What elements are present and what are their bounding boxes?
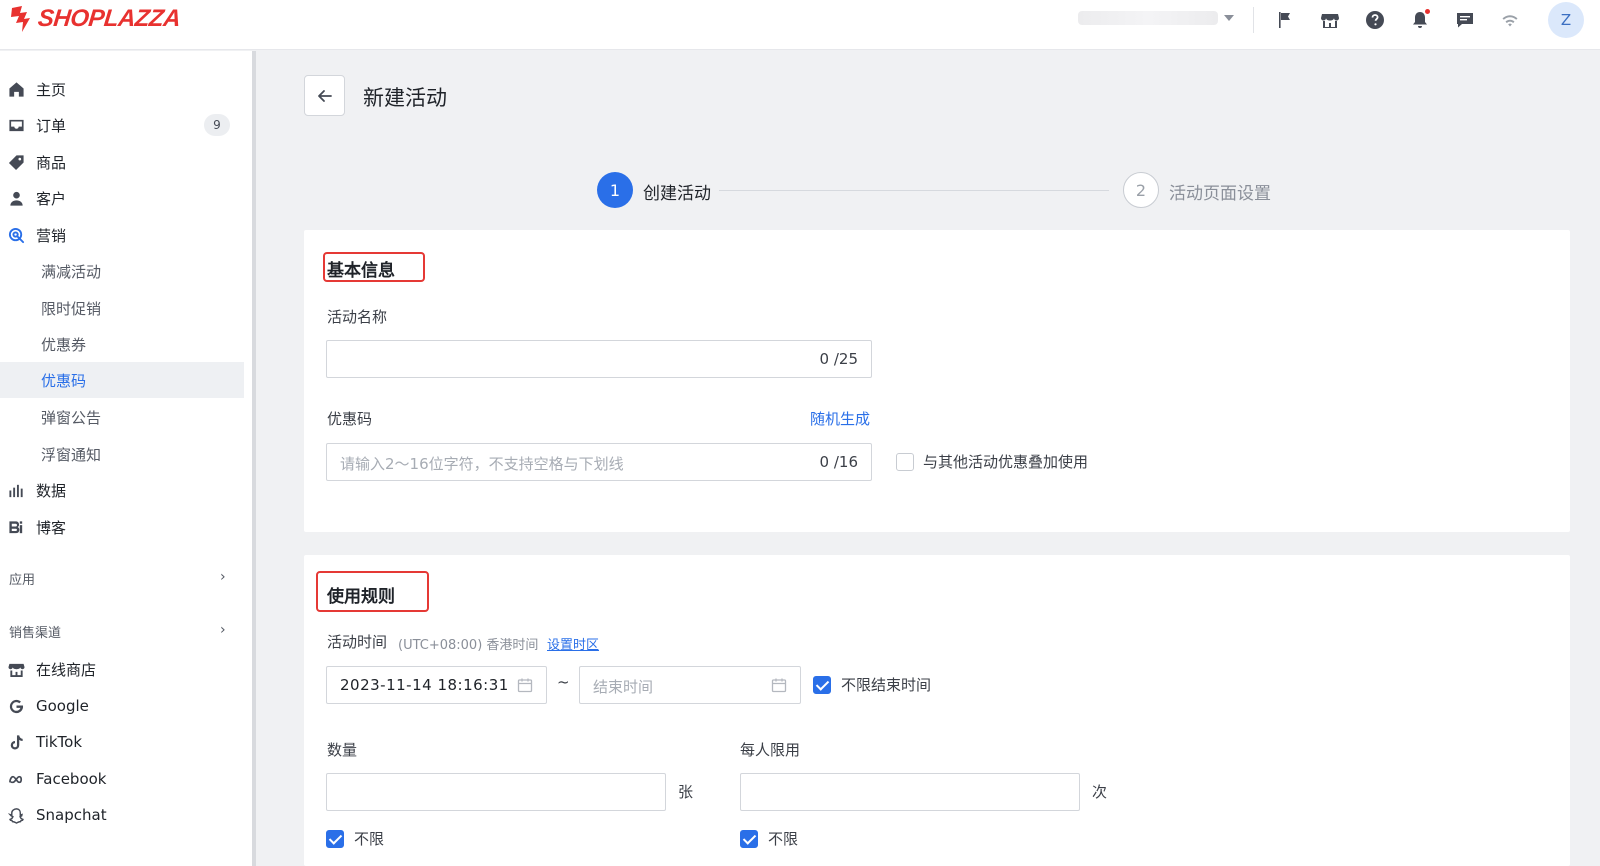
quantity-unlimited-checkbox[interactable]: [326, 830, 344, 848]
sidebar-item-home[interactable]: 主页: [0, 71, 244, 107]
sidebar-item-analytics[interactable]: 数据: [0, 472, 244, 508]
arrow-left-icon: [317, 89, 332, 102]
google-icon: [7, 697, 25, 715]
sidebar-item-orders[interactable]: 订单 9: [0, 107, 244, 143]
page-title: 新建活动: [363, 86, 447, 110]
calendar-icon: [771, 678, 787, 693]
sidebar-sub-float-notice[interactable]: 浮窗通知: [0, 436, 244, 472]
help-icon[interactable]: [1364, 9, 1386, 31]
logo-text: SHOPLAZZA: [36, 5, 182, 32]
marketing-icon: [7, 226, 25, 244]
message-icon[interactable]: [1454, 9, 1476, 31]
end-time-input[interactable]: 结束时间: [579, 666, 801, 704]
inbox-icon: [7, 116, 25, 134]
meta-icon: [7, 770, 25, 788]
sidebar-item-marketing[interactable]: 营销: [0, 217, 244, 253]
discount-code-input[interactable]: 请输入2～16位字符，不支持空格与下划线 0 /16: [326, 443, 872, 481]
calendar-icon: [517, 678, 533, 693]
activity-name-input[interactable]: 0 /25: [326, 340, 872, 378]
blog-icon: [7, 518, 25, 536]
chevron-right-icon: ›: [220, 622, 226, 638]
char-counter: 0 /16: [819, 453, 858, 471]
no-end-time-label: 不限结束时间: [841, 676, 932, 694]
top-bar: SHOPLAZZA Z: [0, 0, 1600, 50]
set-timezone-link[interactable]: 设置时区: [547, 634, 599, 653]
topbar-divider: [1253, 7, 1254, 33]
basic-info-title: 基本信息: [327, 261, 395, 281]
usage-rules-card: 使用规则 活动时间 (UTC+08:00) 香港时间 设置时区 2023-11-…: [304, 555, 1570, 866]
sidebar-item-tiktok[interactable]: TikTok: [0, 724, 244, 760]
shoplazza-logo[interactable]: SHOPLAZZA: [8, 5, 182, 33]
quantity-label: 数量: [327, 741, 358, 759]
sidebar-scrollbar[interactable]: [252, 51, 256, 866]
char-counter: 0 /25: [819, 350, 858, 368]
sidebar-item-customers[interactable]: 客户: [0, 180, 244, 216]
sidebar-section-channels[interactable]: 销售渠道 ›: [0, 620, 244, 642]
sidebar-item-online-store[interactable]: 在线商店: [0, 651, 244, 687]
activity-time-label: 活动时间: [327, 633, 388, 651]
timezone-note: (UTC+08:00) 香港时间: [398, 638, 539, 653]
quantity-unit: 张: [678, 783, 694, 801]
store-name-blurred: [1078, 11, 1218, 25]
notification-dot: [1425, 9, 1430, 14]
basic-info-card: 基本信息 活动名称 0 /25 优惠码 随机生成 请输入2～16位字符，不支持空…: [304, 230, 1570, 532]
quantity-unlimited-label: 不限: [354, 830, 385, 848]
step-2-circle: 2: [1123, 172, 1159, 208]
bell-icon[interactable]: [1409, 9, 1431, 31]
bar-chart-icon: [7, 481, 25, 499]
chevron-right-icon: ›: [220, 569, 226, 585]
orders-count-badge: 9: [204, 114, 230, 136]
flag-icon[interactable]: [1274, 9, 1296, 31]
per-user-unit: 次: [1092, 783, 1108, 801]
user-icon: [7, 189, 25, 207]
stack-discount-label: 与其他活动优惠叠加使用: [923, 453, 1089, 471]
store-selector[interactable]: [1078, 8, 1238, 28]
sidebar-sub-coupon[interactable]: 优惠券: [0, 326, 244, 362]
step-2-label: 活动页面设置: [1169, 184, 1271, 204]
sidebar: 主页 订单 9 商品 客户 营销 满减活动 限时促销 优惠券 优惠码 弹窗公告 …: [0, 51, 252, 866]
caret-down-icon: [1224, 15, 1234, 21]
activity-name-label: 活动名称: [327, 308, 388, 326]
sidebar-sub-popup[interactable]: 弹窗公告: [0, 399, 244, 435]
stepper: 1 创建活动 2 活动页面设置: [597, 172, 1277, 208]
avatar[interactable]: Z: [1548, 2, 1584, 38]
tag-icon: [7, 153, 25, 171]
range-separator: ~: [557, 673, 570, 691]
step-connector: [719, 190, 1109, 191]
step-1-circle: 1: [597, 172, 633, 208]
sidebar-item-snapchat[interactable]: Snapchat: [0, 797, 244, 833]
back-button[interactable]: [304, 75, 345, 116]
sidebar-item-facebook[interactable]: Facebook: [0, 761, 244, 797]
sidebar-section-apps[interactable]: 应用 ›: [0, 567, 244, 589]
no-end-time-checkbox[interactable]: [813, 676, 831, 694]
per-user-unlimited-label: 不限: [768, 830, 799, 848]
sidebar-item-blog[interactable]: 博客: [0, 509, 244, 545]
snapchat-icon: [7, 806, 25, 824]
start-time-input[interactable]: 2023-11-14 18:16:31: [326, 666, 547, 704]
usage-rules-title: 使用规则: [327, 587, 395, 607]
discount-code-label: 优惠码: [327, 410, 373, 428]
wifi-icon[interactable]: [1499, 9, 1521, 31]
sidebar-sub-full-reduction[interactable]: 满减活动: [0, 253, 244, 289]
store-icon: [7, 660, 25, 678]
per-user-limit-label: 每人限用: [740, 741, 801, 759]
logo-mark-icon: [11, 6, 30, 32]
per-user-limit-input[interactable]: [740, 773, 1080, 811]
sidebar-item-google[interactable]: Google: [0, 688, 244, 724]
store-icon[interactable]: [1319, 9, 1341, 31]
sidebar-item-products[interactable]: 商品: [0, 144, 244, 180]
sidebar-sub-discount-code[interactable]: 优惠码: [0, 362, 244, 398]
per-user-unlimited-checkbox[interactable]: [740, 830, 758, 848]
random-generate-link[interactable]: 随机生成: [810, 408, 870, 429]
stack-discount-checkbox[interactable]: [896, 453, 914, 471]
quantity-input[interactable]: [326, 773, 666, 811]
home-icon: [7, 80, 25, 98]
tiktok-icon: [7, 733, 25, 751]
step-1-label: 创建活动: [643, 184, 711, 204]
sidebar-sub-flash-sale[interactable]: 限时促销: [0, 290, 244, 326]
